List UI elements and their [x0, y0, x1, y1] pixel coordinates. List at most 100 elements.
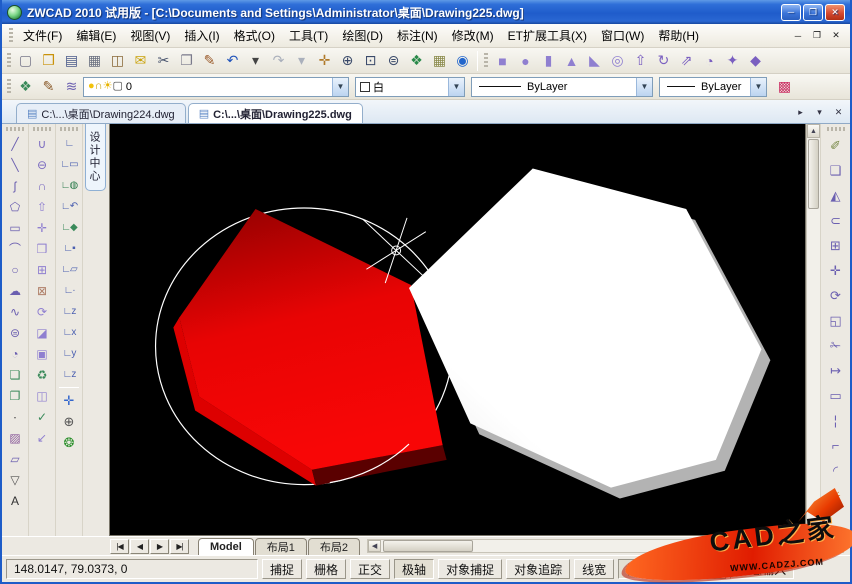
calculator-icon[interactable]: ▦: [428, 50, 451, 72]
last-layout-button[interactable]: ▶|: [170, 539, 189, 554]
menu-item[interactable]: 编辑(E): [69, 24, 123, 47]
layout-tab[interactable]: Model: [198, 538, 254, 555]
extrude-icon[interactable]: ⇧: [629, 50, 652, 72]
minimize-button[interactable]: ─: [781, 4, 801, 21]
match-properties-icon[interactable]: ✎: [198, 50, 221, 72]
drawing-canvas[interactable]: [109, 124, 806, 536]
menu-item[interactable]: 文件(F): [16, 24, 69, 47]
ucs-icon[interactable]: ∟: [57, 133, 82, 154]
toolbar-grip[interactable]: [827, 127, 845, 131]
ucs-view-icon[interactable]: ∟▱: [57, 259, 82, 280]
status-toggle-button[interactable]: 数字化仪: [662, 559, 726, 579]
revolve-icon[interactable]: ↻: [652, 50, 675, 72]
shell-icon[interactable]: ▣: [30, 343, 55, 364]
torus-icon[interactable]: ◎: [606, 50, 629, 72]
print-preview-icon[interactable]: ◫: [106, 50, 129, 72]
drawing-viewport[interactable]: [110, 124, 805, 535]
pan-realtime-icon[interactable]: ✛: [57, 390, 82, 411]
copy-icon[interactable]: ❐: [175, 50, 198, 72]
render-icon[interactable]: ◆: [744, 50, 767, 72]
toolbar-grip[interactable]: [6, 127, 24, 131]
intersect-icon[interactable]: ∩: [30, 175, 55, 196]
zoom-previous-icon[interactable]: ⊜: [382, 50, 405, 72]
horizontal-scroll-thumb[interactable]: [383, 540, 473, 552]
offset-faces-icon[interactable]: ⊞: [30, 259, 55, 280]
rectangle-icon[interactable]: ▭: [3, 217, 28, 238]
zoom-icon[interactable]: ⊕: [57, 411, 82, 432]
pan-icon[interactable]: ✛: [313, 50, 336, 72]
spline-icon[interactable]: ∿: [3, 301, 28, 322]
trim-icon[interactable]: ✁: [823, 333, 849, 358]
tab-scroll-icon[interactable]: ▸: [793, 105, 808, 119]
design-center-icon[interactable]: ❖: [405, 50, 428, 72]
ucs-face-icon[interactable]: ∟▪: [57, 238, 82, 259]
array-icon[interactable]: ⊞: [823, 233, 849, 258]
tab-menu-icon[interactable]: ▾: [812, 105, 827, 119]
explode-icon[interactable]: ✳: [823, 483, 849, 508]
status-toggle-button[interactable]: 栅格: [306, 559, 346, 579]
menu-item[interactable]: 工具(T): [282, 24, 335, 47]
point-icon[interactable]: ∙: [3, 406, 28, 427]
box-icon[interactable]: ■: [491, 50, 514, 72]
scroll-left-icon[interactable]: ◀: [368, 540, 381, 552]
extend-icon[interactable]: ↦: [823, 358, 849, 383]
slice-icon[interactable]: ◪: [30, 322, 55, 343]
scale-icon[interactable]: ◱: [823, 308, 849, 333]
copy-object-icon[interactable]: ❑: [823, 158, 849, 183]
erase-icon[interactable]: ✐: [823, 133, 849, 158]
chamfer-icon[interactable]: ⌐: [823, 433, 849, 458]
undo-dropdown-icon[interactable]: ▾: [244, 50, 267, 72]
first-layout-button[interactable]: |◀: [110, 539, 129, 554]
dropdown-arrow-icon[interactable]: ▼: [636, 78, 652, 96]
menu-item[interactable]: ET扩展工具(X): [501, 24, 594, 47]
toolbar-grip[interactable]: [484, 53, 488, 68]
status-toggle-button[interactable]: 线宽: [574, 559, 614, 579]
horizontal-scrollbar[interactable]: ◀ ▶: [367, 539, 844, 553]
text-icon[interactable]: A: [3, 490, 28, 511]
status-toggle-button[interactable]: 对象捕捉: [438, 559, 502, 579]
break-at-point-icon[interactable]: ¦: [823, 408, 849, 433]
new-icon[interactable]: ▢: [14, 50, 37, 72]
vertical-scroll-track[interactable]: [807, 138, 820, 522]
menu-item[interactable]: 格式(O): [227, 24, 282, 47]
ucs-named-icon[interactable]: ∟▭: [57, 154, 82, 175]
design-center-tab[interactable]: 设计中心: [85, 124, 106, 191]
menu-item[interactable]: 绘图(D): [335, 24, 390, 47]
layer-previous-icon[interactable]: ≋: [60, 76, 83, 98]
color-combo[interactable]: 白 ▼: [355, 77, 465, 97]
scroll-right-icon[interactable]: ▶: [830, 540, 843, 552]
help-icon[interactable]: ◉: [451, 50, 474, 72]
loft-icon[interactable]: ◔: [698, 50, 721, 72]
open-icon[interactable]: ❒: [37, 50, 60, 72]
redo-dropdown-icon[interactable]: ▾: [290, 50, 313, 72]
toolbar-grip[interactable]: [7, 79, 11, 94]
ucs-origin-icon[interactable]: ∟∙: [57, 280, 82, 301]
ucs-previous-icon[interactable]: ∟↶: [57, 196, 82, 217]
mdi-close-icon[interactable]: ✕: [828, 29, 844, 43]
polyline-icon[interactable]: ʃ: [3, 175, 28, 196]
scroll-up-icon[interactable]: ▲: [807, 124, 820, 138]
revcloud-icon[interactable]: ☁: [3, 280, 28, 301]
menu-item[interactable]: 窗口(W): [594, 24, 651, 47]
vertical-scrollbar[interactable]: ▲ ▼: [806, 124, 820, 536]
status-toggle-button[interactable]: 对象追踪: [506, 559, 570, 579]
ucs-zaxis-icon[interactable]: ∟z: [57, 301, 82, 322]
close-button[interactable]: ✕: [825, 4, 845, 21]
lineweight-combo[interactable]: ByLayer ▼: [659, 77, 767, 97]
properties-icon[interactable]: ▩: [773, 76, 796, 98]
break-icon[interactable]: ▭: [823, 383, 849, 408]
wedge-icon[interactable]: ◣: [583, 50, 606, 72]
cone-icon[interactable]: ▲: [560, 50, 583, 72]
status-toggle-button[interactable]: 正交: [350, 559, 390, 579]
menu-item[interactable]: 修改(M): [445, 24, 501, 47]
status-toggle-button[interactable]: 极轴: [394, 559, 434, 579]
ucs-rotate-x-icon[interactable]: ∟x: [57, 322, 82, 343]
line-icon[interactable]: ╱: [3, 133, 28, 154]
document-tab[interactable]: ▤ C:\...\桌面\Drawing225.dwg: [188, 103, 363, 123]
mdi-minimize-icon[interactable]: ─: [790, 29, 806, 43]
ellipse-arc-icon[interactable]: ◔: [3, 343, 28, 364]
region-icon[interactable]: ▱: [3, 448, 28, 469]
layer-states-icon[interactable]: ✎: [37, 76, 60, 98]
wipeout-icon[interactable]: ▽: [3, 469, 28, 490]
flatten-icon[interactable]: ↙: [30, 427, 55, 448]
